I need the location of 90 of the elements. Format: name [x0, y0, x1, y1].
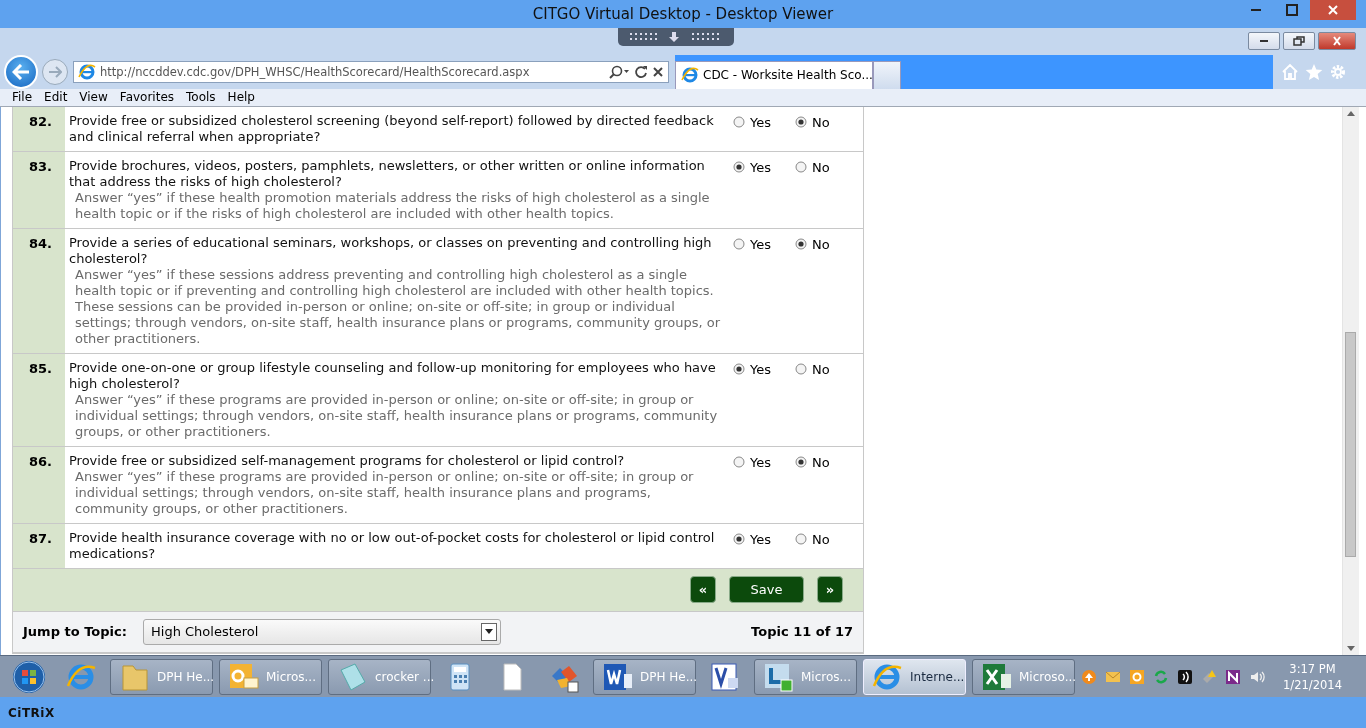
- scroll-up-icon[interactable]: [1347, 110, 1355, 116]
- minimize-icon: [1260, 39, 1268, 42]
- radio-button[interactable]: [733, 456, 745, 469]
- option-label[interactable]: Yes: [750, 531, 771, 547]
- close-button[interactable]: [1310, 0, 1356, 20]
- right-arrow-icon: [48, 65, 62, 78]
- option-label[interactable]: Yes: [750, 361, 771, 377]
- taskbar-button[interactable]: Interne...: [863, 658, 966, 695]
- save-button[interactable]: Save: [729, 576, 804, 604]
- topic-dropdown[interactable]: High Cholesterol: [143, 618, 501, 645]
- menu-item[interactable]: Edit: [38, 90, 74, 105]
- hint-text: Answer “yes” if these programs are provided in-person or online; on-site or off-site; in group or individual settings; through vendors, on-site staff, health insurance plans or programs, community groups, or other practitioners.: [74, 391, 719, 440]
- upload-icon[interactable]: [1081, 668, 1097, 685]
- radio-button[interactable]: [795, 363, 807, 376]
- address-bar[interactable]: http://nccddev.cdc.gov/DPH_WHSC/HealthScorecard/HealthScorecard.aspx: [73, 60, 669, 83]
- radio-button[interactable]: [795, 456, 807, 469]
- browser-logo-icon: [681, 66, 699, 85]
- stop-icon[interactable]: [652, 65, 664, 78]
- window-title: CITGO Virtual Desktop - Desktop Viewer: [532, 4, 834, 23]
- start-orb-icon: [12, 659, 46, 694]
- option-label[interactable]: No: [812, 236, 830, 252]
- option-label[interactable]: No: [812, 531, 830, 547]
- close-icon: [1331, 35, 1343, 46]
- topic-counter: Topic 11 of 17: [751, 624, 853, 640]
- citrix-logo: CiTRiX: [8, 705, 55, 720]
- radio-button[interactable]: [733, 533, 745, 546]
- question-text: Provide free or subsidized self-management programs for cholesterol or lipid control?: [69, 452, 626, 469]
- radio-button[interactable]: [733, 116, 745, 129]
- new-tab-button[interactable]: [873, 60, 901, 89]
- radio-button[interactable]: [795, 116, 807, 129]
- menu-item[interactable]: View: [73, 90, 114, 105]
- option-label[interactable]: No: [812, 114, 830, 130]
- option-label[interactable]: No: [812, 159, 830, 175]
- caret-icon: [485, 629, 493, 635]
- url-text: http://nccddev.cdc.gov/DPH_WHSC/HealthScorecard/HealthScorecard.aspx: [100, 64, 531, 79]
- previous-button[interactable]: «: [690, 576, 716, 604]
- browser-logo-icon: [78, 62, 96, 81]
- question-number: 85.: [13, 353, 65, 446]
- left-arrow-icon: [12, 63, 30, 80]
- close-icon: [1327, 4, 1339, 16]
- scroll-down-icon[interactable]: [1347, 646, 1355, 652]
- radio-button[interactable]: [795, 238, 807, 251]
- field-label: Jump to Topic:: [23, 624, 128, 640]
- radio-button[interactable]: [795, 533, 807, 546]
- tab-title: CDC - Worksite Health Sco...: [703, 68, 873, 83]
- minimize-icon: [1250, 9, 1262, 11]
- mail-app-icon[interactable]: [1129, 668, 1145, 685]
- star-icon[interactable]: [1305, 62, 1323, 81]
- option-label[interactable]: Yes: [750, 114, 771, 130]
- option-label[interactable]: No: [812, 454, 830, 470]
- restore-icon: [1293, 35, 1305, 46]
- question-number: 87.: [13, 523, 65, 568]
- question-text: Provide brochures, videos, posters, pamphlets, newsletters, or other written or online information that address the risks of high cholesterol?: [69, 157, 706, 190]
- option-label[interactable]: No: [812, 361, 830, 377]
- close-button[interactable]: [1318, 31, 1356, 50]
- question-text: Provide a series of educational seminars, workshops, or classes on preventing and controlling high cholesterol?: [69, 234, 713, 267]
- minimize-button[interactable]: [1248, 31, 1280, 50]
- radio-button[interactable]: [733, 161, 745, 174]
- scrollbar-thumb[interactable]: [1345, 331, 1356, 557]
- option-label[interactable]: Yes: [750, 236, 771, 252]
- option-label[interactable]: Yes: [750, 454, 771, 470]
- menu-item[interactable]: File: [6, 90, 39, 105]
- question-text: Provide one-on-one or group lifestyle counseling and follow-up monitoring for employees who have high cholesterol?: [69, 359, 717, 392]
- hint-text: Answer “yes” if these health promotion materials address the risks of high cholesterol as a single health topic or if the risks of high cholesterol are included with other health topics.: [74, 189, 711, 222]
- question-text: Provide health insurance coverage with no or low out-of-pocket costs for cholesterol or lipid control medications?: [69, 529, 716, 562]
- next-button[interactable]: »: [817, 576, 843, 604]
- question-text: Provide free or subsidized cholesterol screening (beyond self-report) followed by directed feedback and clinical referral when appropriate?: [69, 112, 715, 145]
- restore-button[interactable]: [1283, 31, 1315, 50]
- menu-item[interactable]: Tools: [180, 90, 222, 105]
- clock-time: 3:17 PM: [1289, 660, 1336, 677]
- browser-tab[interactable]: CDC - Worksite Health Sco...: [675, 60, 873, 89]
- refresh-icon[interactable]: [634, 64, 648, 79]
- question-number: 84.: [13, 228, 65, 353]
- back-button[interactable]: [4, 54, 38, 89]
- radio-button[interactable]: [733, 238, 745, 251]
- hint-text: Answer “yes” if these sessions address preventing and controlling high cholesterol as a single health topic or if preventing and controlling high cholesterol are included with other health topics. These sessions can be provided in-person or online; on-site or off-site; in group or individual settings; through vendors, on-site staff, health insurance plans or programs, community groups, or other practitioners.: [74, 266, 722, 347]
- menu-item[interactable]: Help: [221, 90, 261, 105]
- radio-button[interactable]: [795, 161, 807, 174]
- clock-date: 1/21/2014: [1283, 676, 1342, 693]
- wireless-icon[interactable]: [1177, 668, 1193, 685]
- menu-item[interactable]: Favorites: [113, 90, 181, 105]
- radio-button[interactable]: [733, 363, 745, 376]
- search-icon[interactable]: [608, 64, 630, 79]
- hint-text: Answer “yes” if these programs are provided in-person or online; on-site or off-site; in group or individual settings; through vendors, on-site staff, health insurance plans and programs, community groups, or other practitioners.: [74, 468, 695, 517]
- question-number: 86.: [13, 446, 65, 523]
- question-number: 82.: [13, 106, 65, 151]
- option-label[interactable]: Yes: [750, 159, 771, 175]
- question-number: 83.: [13, 151, 65, 228]
- notebook-app-icon[interactable]: [1225, 668, 1241, 685]
- maximize-icon: [1286, 4, 1298, 16]
